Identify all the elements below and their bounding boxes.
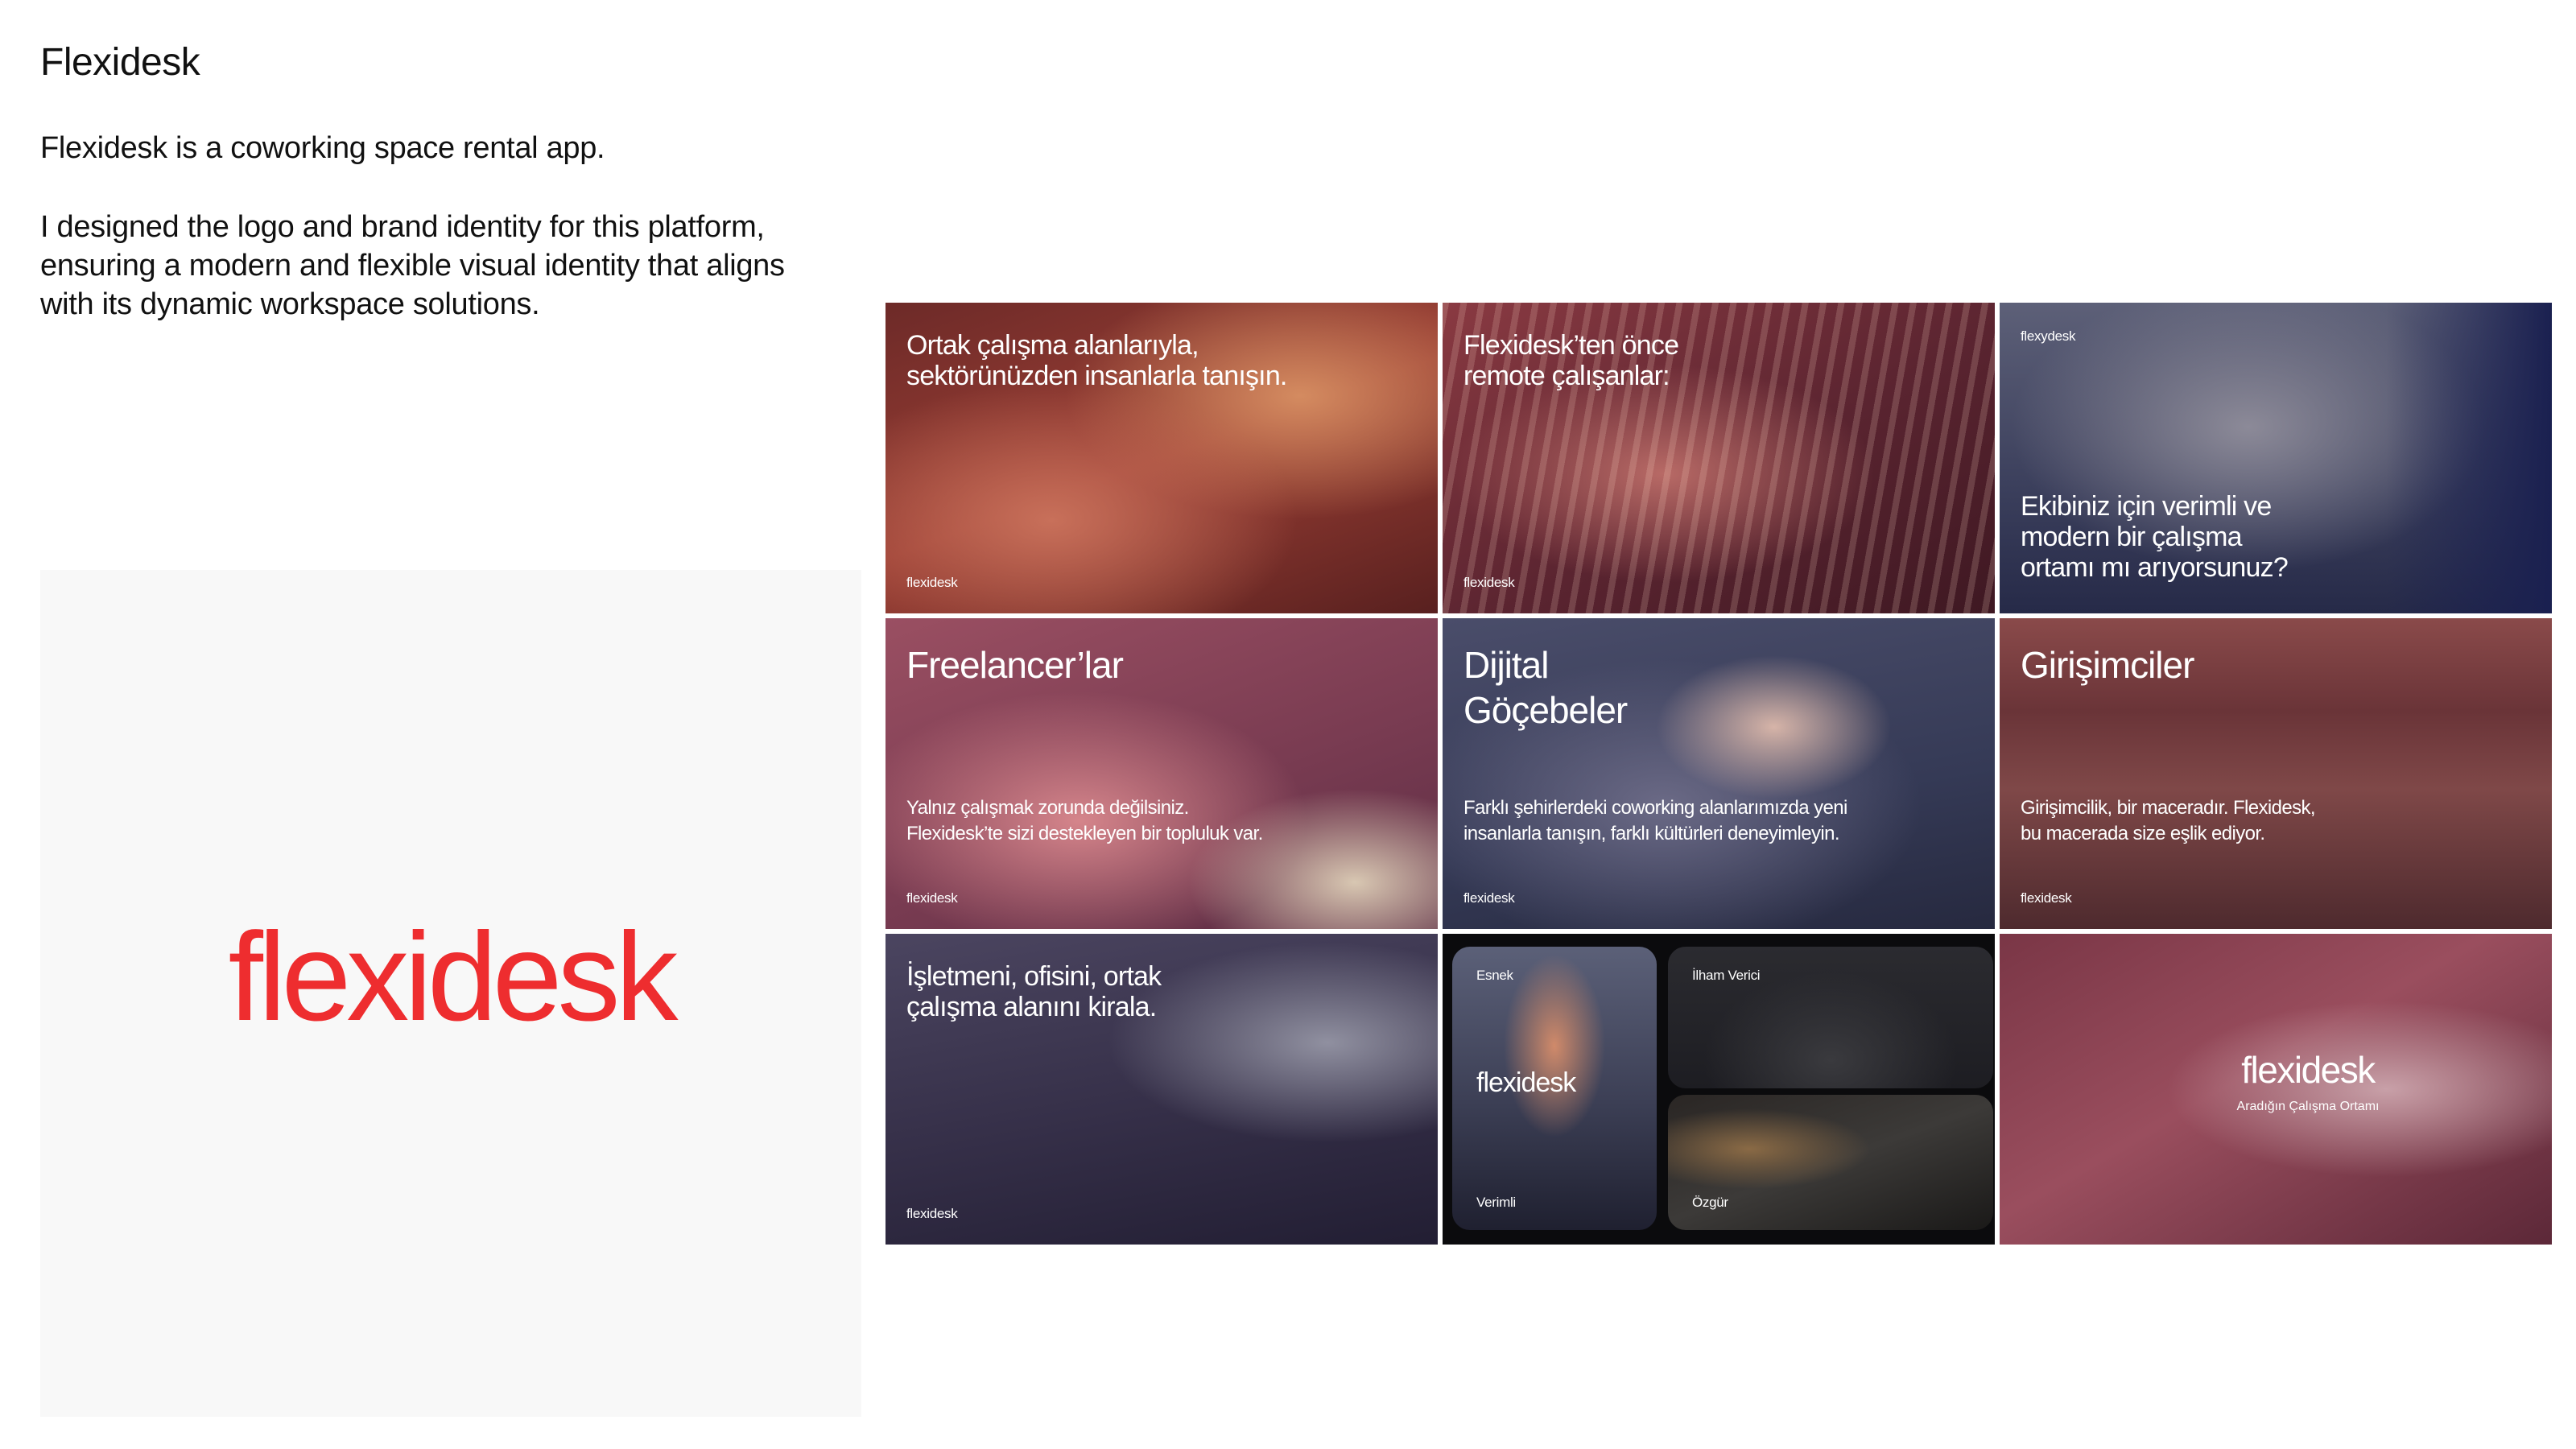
tile-digital-nomads: Dijital Göçebeler Farklı şehirlerdeki co… (1443, 618, 1995, 929)
tile-remote-workers: Flexidesk’ten önce remote çalışanlar: fl… (1443, 303, 1995, 613)
tile-tagline: Aradığın Çalışma Ortamı (2236, 1100, 2380, 1113)
project-intro: Flexidesk is a coworking space rental ap… (40, 131, 605, 165)
card-label: Esnek (1476, 968, 1513, 983)
tile-body: Yalnız çalışmak zorunda değilsiniz. Flex… (906, 797, 1263, 844)
tile-headline: Freelancer’lar (906, 644, 1124, 686)
collage-card-ilham: İlham Verici (1668, 947, 1993, 1088)
card-label: Özgür (1692, 1195, 1728, 1210)
tile-brand: flexidesk (906, 1206, 958, 1221)
tile-logo: flexidesk (2241, 1049, 2376, 1091)
tile-brand: flexidesk (906, 575, 958, 590)
tile-body: Farklı şehirlerdeki coworking alanlarımı… (1463, 797, 1847, 844)
tile-headline: Girişimciler (2021, 644, 2194, 686)
collage-card-esnek: Esnek flexidesk Verimli (1452, 947, 1657, 1230)
tile-headline: Ekibiniz için verimli ve modern bir çalı… (2021, 491, 2289, 583)
tile-brand: flexidesk (1463, 890, 1515, 906)
collage-card-ozgur: Özgür (1668, 1095, 1993, 1230)
tile-body: Girişimcilik, bir maceradır. Flexidesk, … (2021, 797, 2316, 844)
tile-headline: İşletmeni, ofisini, ortak çalışma alanın… (906, 961, 1162, 1022)
tile-collage: Esnek flexidesk Verimli İlham Verici Özg… (1443, 934, 1995, 1245)
card-label: Verimli (1476, 1195, 1516, 1210)
card-wordmark: flexidesk (1476, 1067, 1576, 1098)
tile-entrepreneurs: Girişimciler Girişimcilik, bir maceradır… (2000, 618, 2552, 929)
logo-panel: flexidesk (40, 570, 861, 1417)
project-title: Flexidesk (40, 41, 200, 84)
tile-headline: Ortak çalışma alanlarıyla, sektörünüzden… (906, 330, 1287, 391)
flexidesk-logo: flexidesk (228, 906, 679, 1047)
tile-brand: flexidesk (2021, 890, 2072, 906)
tile-brand: flexydesk (2021, 328, 2076, 344)
tile-networking: Ortak çalışma alanlarıyla, sektörünüzden… (886, 303, 1438, 613)
tile-teams: flexydesk Ekibiniz için verimli ve moder… (2000, 303, 2552, 613)
tile-rent-your-space: İşletmeni, ofisini, ortak çalışma alanın… (886, 934, 1438, 1245)
tile-brand: flexidesk (906, 890, 958, 906)
tile-headline: Flexidesk’ten önce remote çalışanlar: (1463, 330, 1679, 391)
tile-headline: Dijital Göçebeler (1463, 644, 1628, 731)
tile-laptop-brand: flexidesk Aradığın Çalışma Ortamı (2000, 934, 2552, 1245)
project-description: I designed the logo and brand identity f… (40, 210, 785, 321)
card-label: İlham Verici (1692, 968, 1761, 983)
brand-showcase-grid: Ortak çalışma alanlarıyla, sektörünüzden… (886, 303, 2552, 1245)
tile-brand: flexidesk (1463, 575, 1515, 590)
tile-freelancers: Freelancer’lar Yalnız çalışmak zorunda d… (886, 618, 1438, 929)
